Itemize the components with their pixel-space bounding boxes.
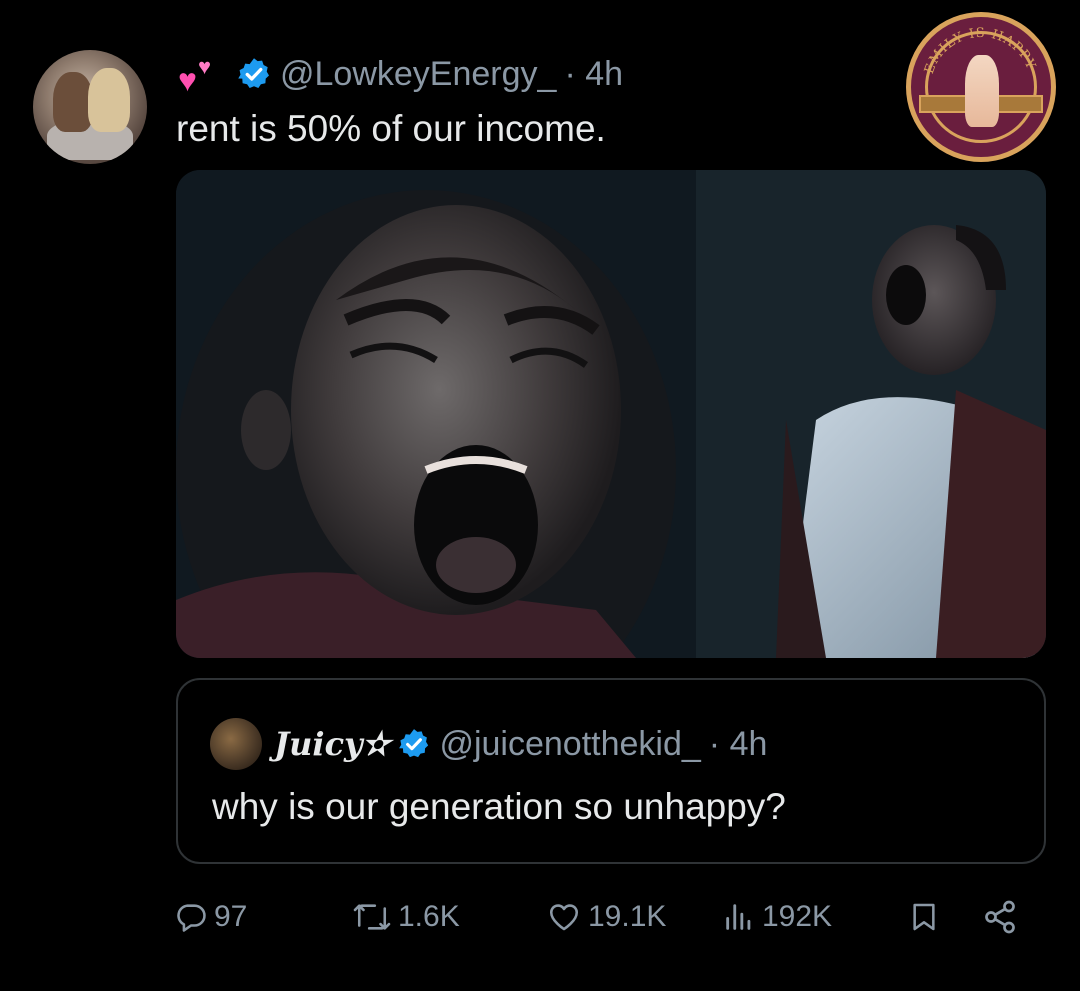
- views-icon: [726, 904, 751, 930]
- quoted-handle[interactable]: @juicenotthekid_: [439, 725, 700, 764]
- quoted-tweet-header: Juicy✫ @juicenotthekid_ · 4h: [274, 718, 767, 770]
- avatar-figure: [53, 72, 93, 132]
- share-button[interactable]: [982, 892, 1018, 942]
- quoted-tweet-text: why is our generation so unhappy?: [212, 786, 786, 827]
- quoted-display-name[interactable]: Juicy✫: [274, 725, 389, 763]
- like-button[interactable]: 19.1K: [546, 892, 666, 942]
- reply-icon: [177, 904, 206, 932]
- hearts-emoji-icon: ♥ ♥: [178, 54, 212, 98]
- like-count: 19.1K: [588, 900, 667, 933]
- author-avatar[interactable]: [33, 50, 147, 164]
- action-bar: 97 1.6K 19.1K 192K: [174, 892, 1034, 942]
- author-handle[interactable]: @LowkeyEnergy_: [280, 55, 556, 94]
- repost-button[interactable]: 1.6K: [352, 892, 460, 942]
- verified-badge-icon: [238, 58, 269, 88]
- reply-button[interactable]: 97: [174, 892, 247, 942]
- tweet-timestamp[interactable]: · 4h: [564, 55, 623, 94]
- statue-icon: [965, 55, 999, 127]
- watermark-logo: EMILY IS HAPPY: [906, 12, 1056, 162]
- repost-count: 1.6K: [398, 900, 460, 933]
- tweet-text: rent is 50% of our income.: [176, 108, 606, 149]
- reply-count: 97: [214, 900, 248, 933]
- avatar-figure: [88, 68, 130, 132]
- bookmark-icon: [913, 903, 935, 931]
- views-button[interactable]: 192K: [722, 892, 832, 942]
- repost-icon: [353, 904, 391, 930]
- quoted-timestamp[interactable]: · 4h: [709, 725, 768, 764]
- bookmark-button[interactable]: [908, 892, 940, 942]
- verified-badge-icon: [399, 729, 429, 758]
- quoted-tweet[interactable]: Juicy✫ @juicenotthekid_ · 4h why is our …: [176, 678, 1046, 864]
- heart-icon: [549, 904, 579, 931]
- crying-women-image: [176, 170, 1046, 658]
- tweet-header: ♥ ♥ @LowkeyEnergy_ · 4h: [176, 54, 623, 98]
- views-count: 192K: [762, 900, 833, 933]
- tweet-media-image[interactable]: [176, 170, 1046, 658]
- share-icon: [985, 900, 1015, 934]
- quoted-author-avatar[interactable]: [210, 718, 262, 770]
